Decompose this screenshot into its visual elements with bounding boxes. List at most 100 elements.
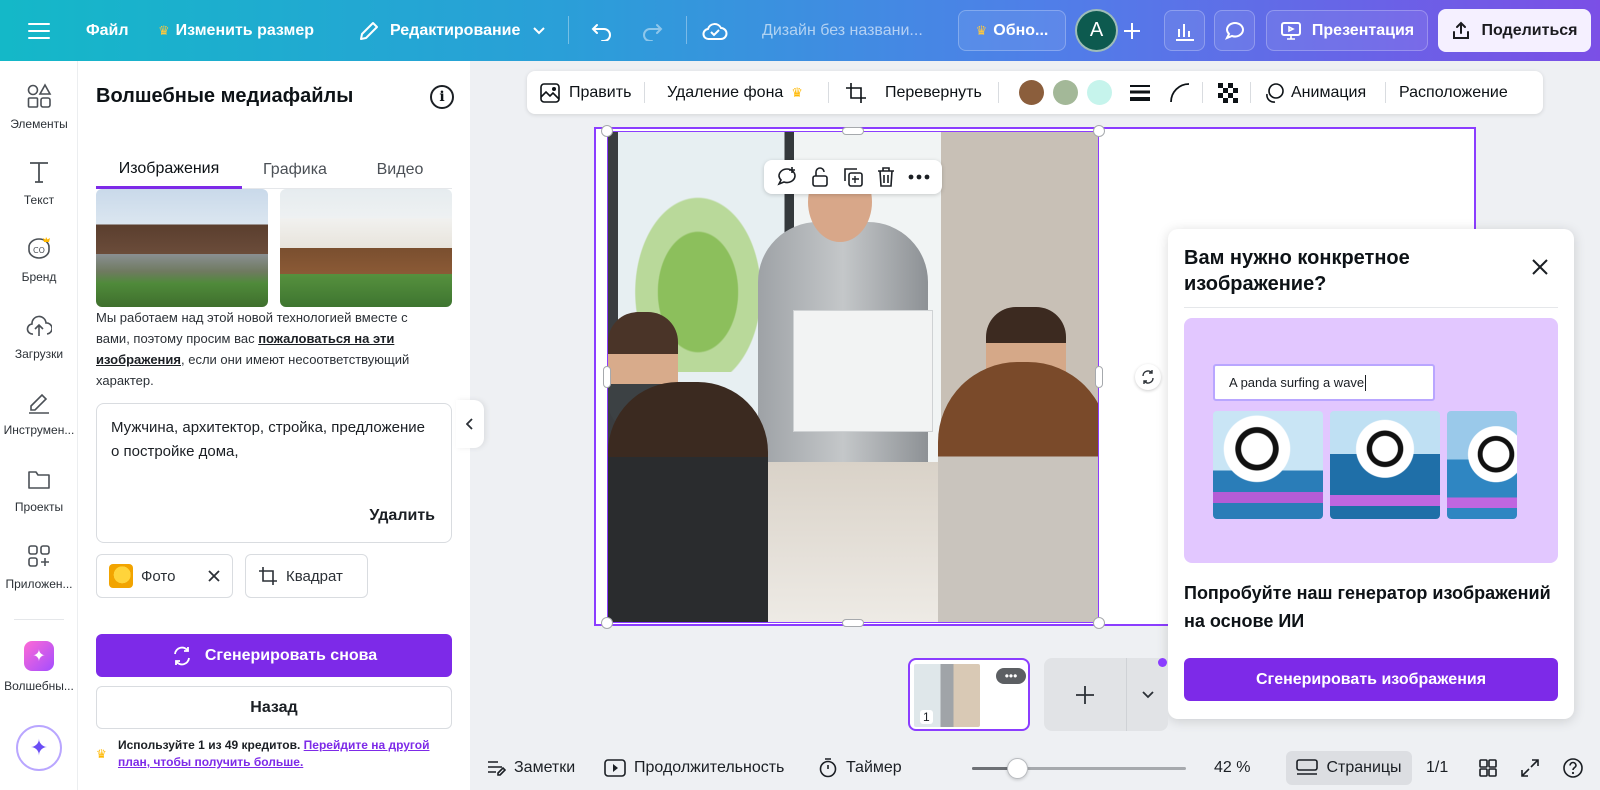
aspect-ratio-chip[interactable]: Квадрат [245,554,368,598]
corner-radius-icon [1170,82,1190,102]
rotate-handle[interactable] [1135,364,1161,390]
color-swatch-3[interactable] [1087,80,1112,105]
resize-button[interactable]: ♛ Изменить размер [158,0,314,61]
zoom-slider[interactable] [972,758,1186,779]
popup-title: Вам нужно конкретное изображение? [1184,247,1410,295]
comments-button[interactable] [1214,10,1255,51]
timer-button[interactable]: Таймер [818,746,902,790]
rail-label: Загрузки [14,347,64,361]
add-page-options-button[interactable] [1126,658,1168,731]
rail-item-text[interactable]: Текст [0,159,78,207]
close-icon[interactable] [208,570,220,582]
animate-button[interactable]: Анимация [1263,71,1366,114]
color-swatch-2[interactable] [1053,80,1078,105]
rail-item-tools[interactable]: Инструмен... [0,389,78,437]
position-button[interactable]: Расположение [1399,71,1508,114]
generated-photo[interactable] [607,131,1099,623]
ai-assistant-button[interactable]: ✦ [16,725,62,771]
resize-handle[interactable] [601,125,613,137]
timer-icon [819,758,837,778]
edit-image-button[interactable]: Править [539,71,631,114]
pages-view-button[interactable]: Страницы [1286,751,1412,785]
delete-prompt-button[interactable]: Удалить [369,504,435,528]
generated-image-1[interactable] [96,189,268,307]
rail-item-magic-media[interactable]: ✦ Волшебны... [0,641,78,693]
back-button[interactable]: Назад [96,686,452,729]
collapse-panel-button[interactable] [456,400,484,448]
present-button[interactable]: Презентация [1266,10,1428,51]
trash-icon[interactable] [876,166,896,188]
generated-image-2[interactable] [280,189,452,307]
text-icon [30,162,48,183]
insights-button[interactable] [1164,10,1205,51]
design-title[interactable]: Дизайн без названи... [762,0,923,61]
redo-button[interactable] [640,0,664,61]
rail-item-uploads[interactable]: Загрузки [0,313,78,361]
add-collaborator-button[interactable] [1122,0,1142,61]
generate-images-button[interactable]: Сгенерировать изображения [1184,658,1558,701]
divider [998,82,999,103]
undo-button[interactable] [590,0,614,61]
resize-handle[interactable] [842,127,864,135]
resize-handle[interactable] [603,366,611,388]
style-chip[interactable]: Фото [96,554,233,598]
resize-handle[interactable] [601,617,613,629]
regenerate-button[interactable]: Сгенерировать снова [96,634,452,677]
divider [568,16,569,44]
flip-button[interactable]: Перевернуть [885,71,982,114]
tab-images[interactable]: Изображения [96,151,242,189]
photo-detail [938,362,1098,622]
notes-button[interactable]: Заметки [486,746,575,790]
more-options-icon[interactable] [908,174,930,180]
add-page-button[interactable] [1044,658,1126,731]
share-icon [1453,21,1470,39]
page-thumbnail[interactable]: ••• 1 [908,658,1030,731]
color-swatch-1[interactable] [1019,80,1044,105]
photo-detail [608,382,768,622]
add-comment-icon[interactable] [776,166,798,188]
file-menu[interactable]: Файл [86,0,129,61]
help-button[interactable] [1562,746,1584,790]
page-count[interactable]: 1/1 [1426,746,1448,790]
menu-button[interactable] [28,0,50,61]
info-icon[interactable]: i [430,85,454,109]
fullscreen-button[interactable] [1520,746,1540,790]
grid-view-button[interactable] [1478,746,1498,790]
cloud-save-status[interactable] [702,0,728,61]
tab-graphics[interactable]: Графика [242,151,348,189]
avatar[interactable]: A [1075,9,1118,52]
rail-item-apps[interactable]: Приложен... [0,543,78,591]
rail-item-elements[interactable]: Элементы [0,83,78,131]
share-label: Поделиться [1481,21,1578,39]
chevron-down-icon [1141,690,1154,698]
transparency-button[interactable] [1217,71,1239,114]
background-remover-button[interactable]: Удаление фона ♛ [667,71,803,114]
resize-handle[interactable] [1093,125,1105,137]
credits-text: Используйте 1 из 49 кредитов. [118,738,304,752]
upgrade-button[interactable]: ♛ Обно... [958,10,1066,51]
prompt-textarea[interactable]: Мужчина, архитектор, стройка, предложени… [96,403,452,543]
rail-item-projects[interactable]: Проекты [0,466,78,514]
prompt-text: Мужчина, архитектор, стройка, предложени… [111,419,425,460]
resize-handle[interactable] [1093,617,1105,629]
border-style-button[interactable] [1129,71,1151,114]
ratio-chip-label: Квадрат [286,567,343,585]
duration-button[interactable]: Продолжительность [604,746,784,790]
crop-button[interactable] [845,71,867,114]
page-number: 1 [920,710,933,724]
share-button[interactable]: Поделиться [1438,9,1591,52]
rail-item-brand[interactable]: CO Бренд [0,236,78,284]
page-number-value: 1 [923,710,930,724]
tab-video[interactable]: Видео [348,151,452,189]
more-options-icon[interactable]: ••• [996,668,1026,684]
resize-handle[interactable] [1095,366,1103,388]
duplicate-icon[interactable] [842,166,864,188]
editing-mode-dropdown[interactable]: Редактирование [358,0,546,61]
resize-handle[interactable] [842,619,864,627]
corner-rounding-button[interactable] [1169,71,1191,114]
close-icon[interactable] [1530,257,1550,277]
lock-icon[interactable] [810,166,830,188]
zoom-slider-thumb[interactable] [1006,758,1028,779]
zoom-level[interactable]: 42 % [1214,746,1250,790]
divider [1184,307,1558,308]
